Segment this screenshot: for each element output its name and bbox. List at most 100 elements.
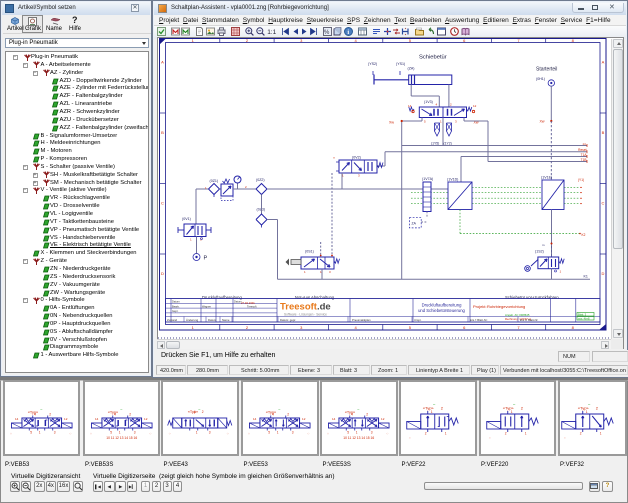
svg-text:−: −	[278, 407, 281, 412]
svg-text:Pneumatikplan: Pneumatikplan	[352, 318, 371, 322]
svg-text:3: 3	[209, 431, 211, 435]
svg-text:A: A	[602, 60, 605, 65]
svg-text:2: 2	[504, 432, 506, 436]
svg-text:m: m	[542, 243, 545, 247]
svg-text:Starterteil: Starterteil	[536, 67, 557, 73]
svg-text:2: 2	[129, 413, 131, 417]
svg-text:Y: Y	[333, 156, 335, 160]
svg-text:Datum: Datum	[234, 300, 242, 304]
svg-text:◌: ◌	[327, 432, 329, 436]
svg-text:(Y1): (Y1)	[578, 178, 584, 182]
svg-text:Schiebetür: Schiebetür	[419, 55, 447, 61]
svg-text:2: 2	[450, 103, 452, 107]
svg-text:(1Y2): (1Y2)	[444, 142, 452, 146]
svg-text:2: 2	[49, 413, 51, 417]
svg-text:(0Z2): (0Z2)	[256, 178, 265, 182]
svg-text:2: 2	[595, 406, 598, 411]
svg-text:1:1: 1:1	[267, 29, 276, 36]
svg-text:B: B	[602, 130, 605, 135]
svg-text:(YS1): (YS1)	[396, 62, 405, 66]
svg-text:8: 8	[572, 325, 575, 330]
svg-text:−: −	[40, 407, 43, 412]
svg-text:2: 2	[366, 413, 368, 417]
svg-text:2: 2	[579, 432, 581, 436]
svg-text:A: A	[161, 60, 164, 65]
svg-text:5: 5	[110, 431, 112, 435]
svg-text:1: 1	[524, 432, 526, 436]
svg-text:Ers.d: Blatt-Nr:: Ers.d: Blatt-Nr:	[520, 318, 539, 322]
svg-text:Druckluftaufbereitung: Druckluftaufbereitung	[202, 295, 242, 300]
svg-text:12: 12	[381, 417, 385, 421]
svg-text:(1V7A): (1V7A)	[422, 177, 433, 181]
svg-text:◌: ◌	[488, 436, 490, 440]
svg-text:(YS2): (YS2)	[368, 62, 377, 66]
svg-text:D: D	[161, 271, 164, 276]
svg-text:2: 2	[287, 413, 289, 417]
svg-text:1: 1	[445, 432, 447, 436]
svg-text:Gepr.: Gepr.	[172, 309, 179, 313]
svg-text:3: 3	[455, 120, 457, 124]
svg-text:−: −	[433, 402, 436, 407]
svg-text:◌: ◌	[308, 432, 310, 436]
svg-text:«Typ»: «Typ»	[27, 411, 37, 415]
svg-text:1: 1	[431, 410, 433, 414]
svg-text:«Typ»: «Typ»	[188, 410, 198, 414]
svg-text:−: −	[587, 402, 590, 407]
svg-text:◌: ◌	[169, 432, 171, 436]
svg-text:1: 1	[196, 431, 198, 435]
svg-text:6: 6	[463, 325, 466, 330]
svg-text:(0V2): (0V2)	[352, 156, 361, 160]
svg-text:27.02.199x: 27.02.199x	[241, 301, 255, 305]
svg-text:◌: ◌	[248, 432, 250, 436]
svg-text:14: 14	[408, 104, 412, 108]
svg-text:2: 2	[202, 410, 204, 414]
svg-text:1: 1	[356, 431, 358, 435]
svg-text:−: −	[357, 407, 360, 412]
svg-text:14: 14	[14, 417, 18, 421]
svg-text:5: 5	[268, 431, 270, 435]
svg-text:◌: ◌	[89, 432, 91, 436]
svg-text:ZA: ZA	[412, 222, 417, 226]
svg-text:1: 1	[560, 270, 562, 274]
svg-text:1: 1	[192, 325, 195, 330]
svg-text:D: D	[602, 271, 605, 276]
svg-text:4: 4	[354, 325, 357, 330]
svg-text:2: 2	[520, 406, 523, 411]
svg-text:◌: ◌	[563, 436, 565, 440]
svg-text:Datum: Datum	[172, 300, 180, 304]
svg-text:◌: ◌	[69, 432, 71, 436]
svg-text:C: C	[161, 201, 164, 206]
svg-text:(0H1): (0H1)	[536, 77, 545, 81]
svg-text:◌: ◌	[149, 432, 151, 436]
svg-text:◌: ◌	[9, 432, 11, 436]
svg-text:Projekt:: Projekt:	[473, 304, 487, 309]
svg-text:3: 3	[292, 431, 294, 435]
svg-text:«Typ»: «Typ»	[266, 411, 276, 415]
svg-text:1: 1	[304, 270, 306, 274]
svg-text:(0Z3): (0Z3)	[257, 208, 266, 212]
svg-text:2: 2	[245, 185, 247, 189]
svg-text:(1V1D): (1V1D)	[447, 178, 458, 182]
svg-text:14: 14	[332, 417, 336, 421]
svg-text:10 11 12 13 14 15 16: 10 11 12 13 14 15 16	[106, 436, 137, 440]
svg-text:Treesoft.de: Treesoft.de	[280, 302, 331, 313]
svg-text:(0S1): (0S1)	[305, 250, 314, 254]
svg-text:Name: Name	[222, 318, 230, 322]
svg-text:Schiebetür vor+zurückfahren: Schiebetür vor+zurückfahren	[505, 295, 559, 300]
svg-text:12: 12	[144, 417, 148, 421]
svg-text:(0Z1): (0Z1)	[210, 179, 219, 183]
svg-text:◌: ◌	[227, 432, 229, 436]
svg-text:i: i	[347, 29, 349, 36]
svg-text:«Typ»: «Typ»	[345, 411, 355, 415]
svg-text:Not-Aus Abschaltung: Not-Aus Abschaltung	[295, 295, 335, 300]
svg-text:12: 12	[473, 104, 477, 108]
svg-text:Ers.f: Blatt-Nr:: Ers.f: Blatt-Nr:	[470, 318, 488, 322]
svg-text:Zustand: Zustand	[167, 318, 178, 322]
svg-text:2: 2	[246, 325, 249, 330]
svg-text:P: P	[204, 256, 208, 262]
svg-text:Bearb.: Bearb.	[172, 304, 180, 308]
svg-text:1: 1	[599, 432, 601, 436]
svg-text:P1: P1	[583, 143, 587, 147]
svg-text:1: 1	[38, 431, 40, 435]
svg-text:1: 1	[510, 410, 512, 414]
